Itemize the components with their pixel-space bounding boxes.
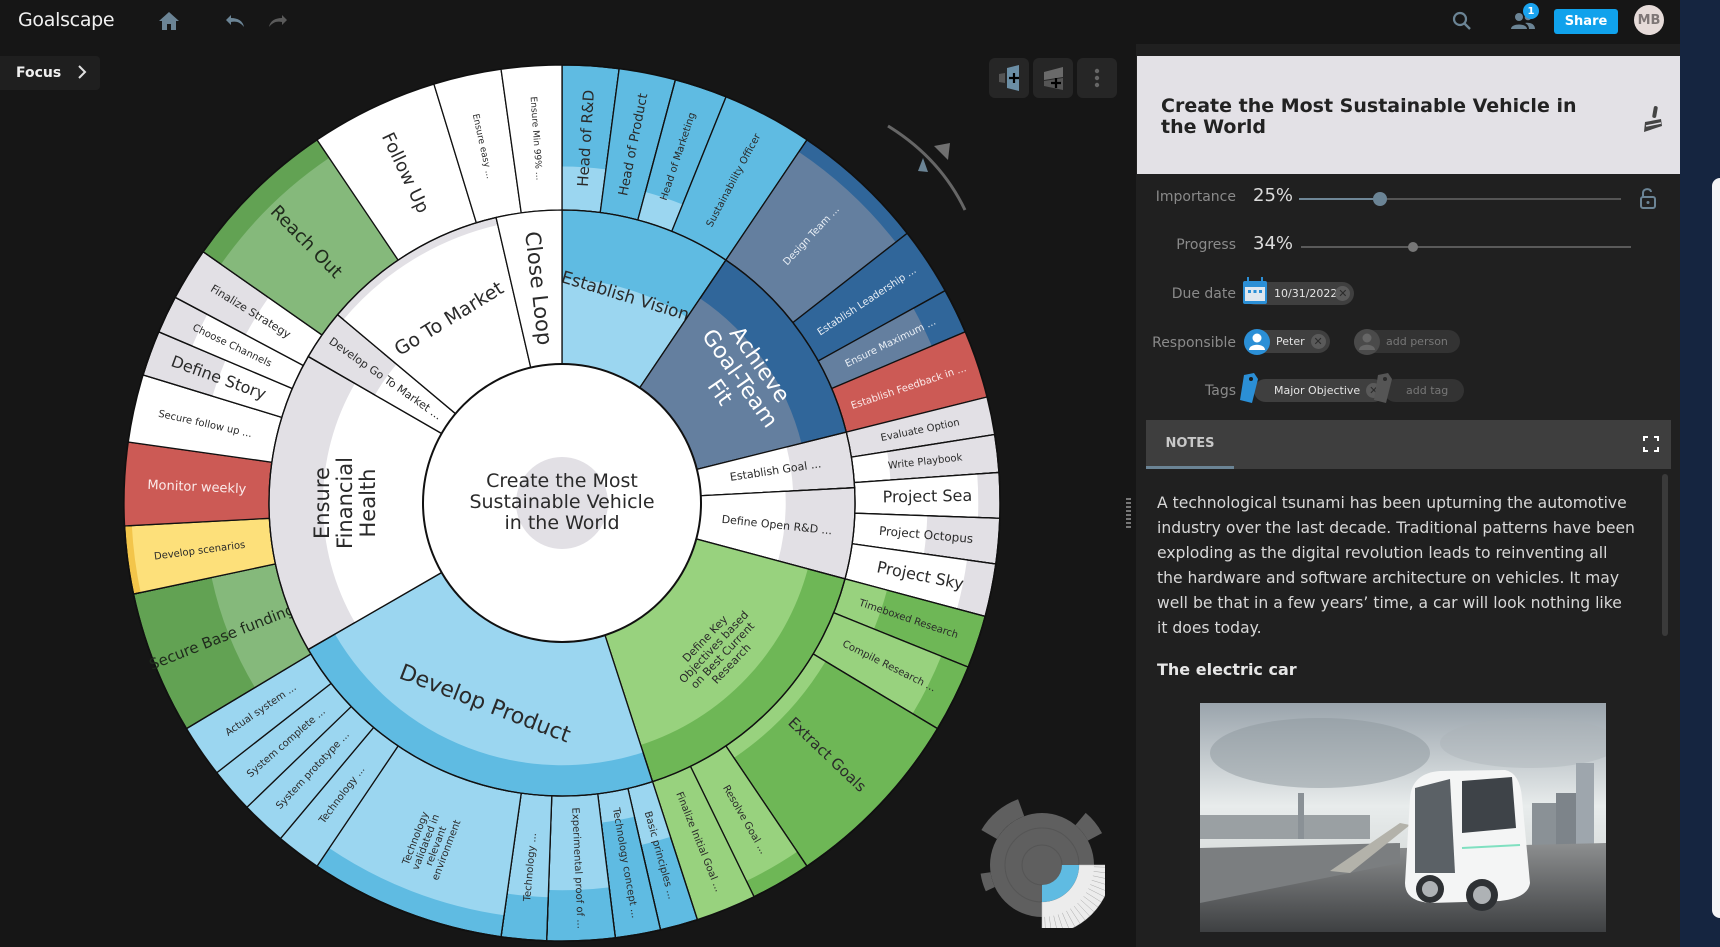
importance-label: Importance xyxy=(1155,189,1236,205)
rotate-control[interactable] xyxy=(880,118,990,218)
notes-heading: The electric car xyxy=(1157,660,1297,679)
due-date-chip[interactable]: 10/31/2022 ✕ xyxy=(1243,277,1355,305)
add-subgoal-icon xyxy=(1044,67,1063,90)
goal-details-panel: Create the Most Sustainable Vehicle in t… xyxy=(1136,44,1681,947)
progress-value: 34% xyxy=(1253,233,1294,254)
goal-title[interactable]: Create the Most Sustainable Vehicle in t… xyxy=(1161,96,1591,138)
tag-label: Major Objective xyxy=(1274,384,1361,397)
tag-placeholder-icon xyxy=(1374,373,1392,403)
progress-slider-thumb[interactable] xyxy=(1408,242,1419,252)
notes-scrollbar[interactable] xyxy=(1662,474,1668,636)
tags-label: Tags xyxy=(1205,383,1236,399)
user-avatar[interactable]: MB xyxy=(1634,5,1664,35)
search-icon[interactable] xyxy=(1450,9,1474,33)
due-date-value: 10/31/2022 xyxy=(1274,287,1338,300)
responsible-label: Responsible xyxy=(1152,335,1236,351)
panel-header: Create the Most Sustainable Vehicle in t… xyxy=(1137,56,1681,174)
electric-car-image xyxy=(1200,703,1606,932)
minimap-navigator[interactable] xyxy=(965,788,1105,928)
tag-icon xyxy=(1240,373,1258,403)
add-person-input[interactable]: add person xyxy=(1354,329,1460,355)
tag-chip[interactable]: Major Objective ✕ xyxy=(1240,373,1386,403)
focus-label: Focus xyxy=(16,65,62,81)
chevron-right-icon xyxy=(76,64,88,84)
rotate-clockwise-icon xyxy=(934,143,950,160)
importance-slider[interactable] xyxy=(1299,192,1621,206)
person-placeholder-icon xyxy=(1354,329,1380,355)
share-button[interactable]: Share xyxy=(1554,9,1618,34)
add-tag-input[interactable]: add tag xyxy=(1374,373,1465,403)
progress-label: Progress xyxy=(1176,237,1236,253)
rotate-counterclockwise-icon xyxy=(918,158,928,172)
due-date-label: Due date xyxy=(1171,286,1236,302)
goalscape-app: Goalscape 1 Share MB Head of R&D Head of … xyxy=(0,0,1681,947)
add-subgoal-button[interactable] xyxy=(1033,58,1073,98)
segment-label: EnsureFinancialHealth xyxy=(310,457,380,549)
center-goal[interactable]: Create the Most Sustainable Vehicle in the… xyxy=(422,363,702,643)
importance-slider-thumb[interactable] xyxy=(1372,192,1387,206)
add-tag-placeholder: add tag xyxy=(1406,384,1449,397)
panel-resize-handle[interactable] xyxy=(1126,498,1131,528)
calendar-icon xyxy=(1243,277,1267,304)
focus-button[interactable]: Focus xyxy=(0,56,100,90)
notes-paragraph[interactable]: A technological tsunami has been upturni… xyxy=(1157,491,1637,641)
add-person-placeholder: add person xyxy=(1386,335,1448,348)
progress-slider[interactable] xyxy=(1301,242,1631,252)
clear-due-date-icon[interactable]: ✕ xyxy=(1335,286,1351,301)
background-window-edge xyxy=(1712,178,1720,918)
more-vertical-icon xyxy=(1094,68,1100,88)
unlock-icon[interactable] xyxy=(1638,187,1658,209)
more-options-button[interactable] xyxy=(1077,58,1117,98)
add-sibling-icon xyxy=(999,65,1019,91)
segment-label: Project Sea xyxy=(882,485,972,506)
tab-notes[interactable]: NOTES xyxy=(1146,420,1234,469)
remove-person-icon[interactable]: ✕ xyxy=(1310,334,1326,349)
add-sibling-goal-button[interactable] xyxy=(989,58,1029,98)
notes-tabbar: NOTES xyxy=(1146,420,1671,469)
responsible-person-name: Peter xyxy=(1276,335,1305,348)
fullscreen-icon[interactable] xyxy=(1643,436,1659,452)
notification-badge: 1 xyxy=(1523,3,1539,19)
person-icon xyxy=(1244,329,1270,355)
responsible-person-chip[interactable]: Peter ✕ xyxy=(1244,329,1330,355)
paint-brush-icon[interactable] xyxy=(1641,104,1665,134)
importance-value: 25% xyxy=(1253,185,1294,206)
